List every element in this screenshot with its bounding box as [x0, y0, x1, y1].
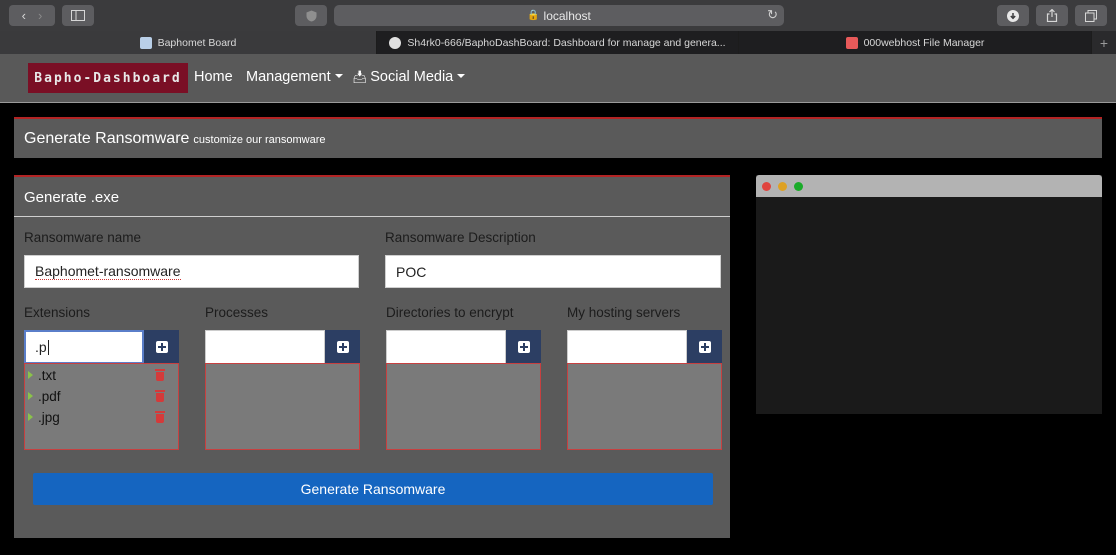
directories-input-group [386, 330, 541, 364]
processes-input-group [205, 330, 360, 364]
share-button[interactable] [1036, 5, 1068, 26]
tab-overview-button[interactable] [1075, 5, 1107, 26]
generate-ransomware-button[interactable]: Generate Ransomware [33, 473, 713, 505]
list-item: .pdf [27, 387, 175, 405]
back-forward-buttons[interactable]: ‹ › [9, 5, 55, 26]
tab-baphomet-board[interactable]: Baphomet Board [0, 31, 377, 54]
address-text: localhost [543, 8, 591, 23]
hosting-servers-input-group [567, 330, 722, 364]
address-bar[interactable]: 🔒 localhost ↻ [334, 5, 784, 26]
extension-name: .jpg [38, 409, 60, 425]
terminal-preview-window [756, 175, 1102, 414]
downloads-button[interactable] [997, 5, 1029, 26]
tab-label: 000webhost File Manager [863, 36, 985, 49]
processes-input[interactable] [205, 330, 325, 364]
close-dot-icon [762, 182, 771, 191]
extensions-input[interactable]: .p [24, 330, 144, 364]
chevron-left-icon[interactable]: ‹ [22, 8, 26, 23]
caret-right-icon [28, 371, 33, 379]
add-directory-button[interactable] [506, 330, 541, 364]
privacy-report-button[interactable] [295, 5, 327, 26]
page-header-card: Generate Ransomware customize our ransom… [14, 117, 1102, 158]
card-divider [14, 216, 730, 217]
hosting-servers-label: My hosting servers [567, 305, 681, 320]
extension-name: .txt [38, 367, 57, 383]
shield-icon [306, 10, 316, 21]
caret-down-icon [334, 74, 343, 78]
extensions-list: .txt .pdf .jpg [24, 363, 179, 450]
page-subtitle: customize our ransomware [193, 134, 326, 146]
ransomware-description-input[interactable]: POC [385, 255, 721, 288]
extensions-input-group: .p [24, 330, 179, 364]
plus-square-icon [336, 341, 349, 353]
github-icon [389, 36, 402, 49]
webhost-icon [845, 36, 858, 49]
directories-label: Directories to encrypt [386, 305, 514, 320]
ransomware-description-value: POC [396, 263, 427, 280]
list-item: .txt [27, 366, 175, 384]
ransomware-name-value: Baphomet-ransomware [35, 263, 181, 280]
terminal-title-bar [756, 175, 1102, 197]
tab-github[interactable]: Sh4rk0-666/BaphoDashBoard: Dashboard for… [377, 31, 739, 54]
add-process-button[interactable] [325, 330, 360, 364]
document-icon [139, 36, 152, 49]
browser-toolbar: ‹ › 🔒 localhost ↻ [0, 0, 1116, 31]
nav-management-label: Management [246, 69, 331, 85]
directories-input[interactable] [386, 330, 506, 364]
browser-tab-bar: Baphomet Board Sh4rk0-666/BaphoDashBoard… [0, 31, 1116, 54]
lock-icon: 🔒 [527, 10, 540, 21]
new-tab-button[interactable]: + [1092, 31, 1116, 54]
processes-list [205, 363, 360, 450]
download-icon [1007, 9, 1019, 22]
navbar: Bapho-Dashboard Home Management 📥︎ Social… [0, 54, 1116, 103]
card-title: Generate .exe [24, 189, 120, 206]
tab-file-manager[interactable]: 000webhost File Manager [739, 31, 1092, 54]
text-cursor [47, 339, 49, 355]
plus-square-icon [517, 341, 530, 353]
add-extension-button[interactable] [144, 330, 179, 364]
ransomware-name-input[interactable]: Baphomet-ransomware [24, 255, 359, 288]
caret-right-icon [28, 413, 33, 421]
caret-right-icon [28, 392, 33, 400]
minimize-dot-icon [778, 182, 787, 191]
list-item: .jpg [27, 408, 175, 426]
trash-icon[interactable] [155, 369, 165, 381]
hosting-servers-input[interactable] [567, 330, 687, 364]
ransomware-name-label: Ransomware name [24, 230, 142, 245]
plus-square-icon [698, 341, 711, 353]
hosting-servers-list [567, 363, 722, 450]
brand-logo[interactable]: Bapho-Dashboard [28, 63, 188, 93]
add-server-button[interactable] [687, 330, 722, 364]
inbox-icon: 📥︎ [352, 70, 368, 84]
sidebar-icon [71, 10, 85, 21]
sidebar-toggle-button[interactable] [62, 5, 94, 26]
nav-home[interactable]: Home [194, 69, 233, 85]
directories-list [386, 363, 541, 450]
tabs-icon [1085, 9, 1097, 22]
reload-icon[interactable]: ↻ [767, 7, 778, 23]
processes-label: Processes [205, 305, 269, 320]
extension-name: .pdf [38, 388, 61, 404]
page-title: Generate Ransomware [24, 129, 190, 147]
caret-down-icon [457, 74, 466, 78]
maximize-dot-icon [794, 182, 803, 191]
nav-management[interactable]: Management [246, 69, 343, 85]
page-content: Bapho-Dashboard Home Management 📥︎ Social… [0, 54, 1116, 555]
extensions-label: Extensions [24, 305, 91, 320]
tab-label: Baphomet Board [157, 36, 237, 49]
nav-social-media-label: Social Media [370, 69, 454, 85]
chevron-right-icon[interactable]: › [38, 8, 42, 23]
ransomware-description-label: Ransomware Description [385, 230, 536, 245]
plus-square-icon [155, 341, 168, 353]
tab-label: Sh4rk0-666/BaphoDashBoard: Dashboard for… [407, 36, 726, 49]
generate-exe-card: Generate .exe Ransomware name Baphomet-r… [14, 175, 730, 538]
trash-icon[interactable] [155, 390, 165, 402]
nav-social-media[interactable]: 📥︎ Social Media [352, 69, 466, 85]
extensions-input-value: .p [35, 339, 47, 355]
share-icon [1046, 9, 1058, 22]
trash-icon[interactable] [155, 411, 165, 423]
